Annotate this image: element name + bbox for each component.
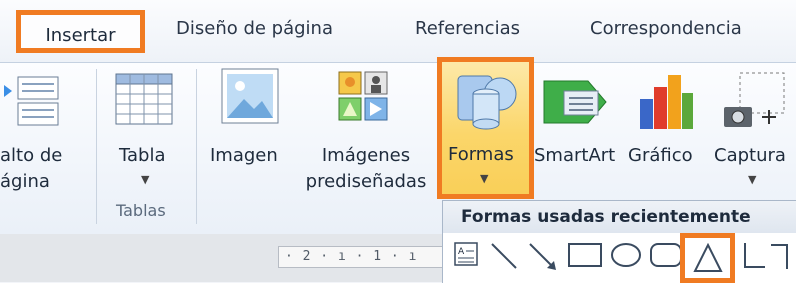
formas-label: Formas: [448, 144, 514, 165]
imagen-label: Imagen: [210, 145, 278, 166]
group-label-tablas: Tablas: [116, 201, 166, 220]
tab-insertar[interactable]: Insertar: [16, 10, 145, 53]
salto-label-line1: alto de: [0, 145, 63, 166]
salto-label-line2: ágina: [0, 171, 50, 192]
elbow-connector-shape-icon[interactable]: [741, 241, 767, 271]
rectangle-shape-icon[interactable]: [567, 241, 603, 269]
captura-button[interactable]: Captura ▼: [710, 63, 796, 213]
shapes-panel-title: Formas usadas recientemente: [461, 207, 751, 227]
svg-text:A: A: [458, 247, 465, 257]
horizontal-ruler[interactable]: · 2 · ı · 1 · ı: [278, 246, 448, 268]
line-shape-icon[interactable]: [489, 241, 519, 271]
smartart-label: SmartArt: [534, 145, 616, 166]
imagen-button[interactable]: Imagen: [206, 63, 298, 213]
imagenes-label-line2: prediseñadas: [305, 171, 427, 192]
captura-dropdown-caret-icon: ▼: [748, 173, 757, 186]
picture-icon: [221, 68, 279, 124]
triangle-shape-icon: [693, 243, 723, 272]
tab-referencias[interactable]: Referencias: [415, 18, 520, 39]
clip-art-icon: [338, 71, 388, 121]
rounded-rectangle-shape-icon[interactable]: [649, 241, 683, 269]
page-break-icon: [4, 76, 59, 126]
chart-icon: [640, 75, 693, 129]
tab-insertar-label: Insertar: [45, 25, 116, 46]
shapes-panel-header: Formas usadas recientemente: [443, 201, 796, 233]
oval-shape-icon[interactable]: [609, 241, 643, 269]
tabla-dropdown-caret-icon: ▼: [141, 173, 150, 186]
tabla-button[interactable]: Tabla ▼: [105, 63, 185, 213]
smartart-icon: [543, 80, 607, 124]
text-box-shape-icon[interactable]: A: [453, 241, 479, 269]
tab-correspondencia[interactable]: Correspondencia: [590, 18, 742, 39]
table-icon: [115, 73, 173, 125]
grafico-label: Gráfico: [628, 145, 693, 166]
smartart-button[interactable]: SmartArt: [534, 63, 620, 213]
triangle-shape-button[interactable]: [680, 233, 735, 283]
tab-diseno-de-pagina[interactable]: Diseño de página: [176, 18, 333, 39]
group-separator: [96, 69, 97, 224]
elbow-arrow-connector-shape-icon[interactable]: [769, 241, 795, 271]
formas-button[interactable]: Formas ▼: [437, 57, 534, 199]
tabla-label: Tabla: [119, 145, 166, 166]
imagenes-predisenadas-button[interactable]: Imágenes prediseñadas: [296, 63, 436, 213]
screenshot-icon: [724, 72, 785, 127]
captura-label: Captura: [714, 145, 786, 166]
arrow-shape-icon[interactable]: [527, 241, 559, 273]
ribbon-tab-bar: Insertar Diseño de página Referencias Co…: [0, 0, 796, 62]
shapes-dropdown-panel: Formas usadas recientemente A: [442, 200, 796, 283]
group-separator: [196, 69, 197, 224]
imagenes-label-line1: Imágenes: [321, 145, 411, 166]
salto-de-pagina-button[interactable]: alto de ágina: [0, 63, 90, 213]
formas-dropdown-caret-icon: ▼: [480, 172, 489, 185]
grafico-button[interactable]: Gráfico: [624, 63, 708, 213]
shapes-icon: [457, 75, 517, 130]
